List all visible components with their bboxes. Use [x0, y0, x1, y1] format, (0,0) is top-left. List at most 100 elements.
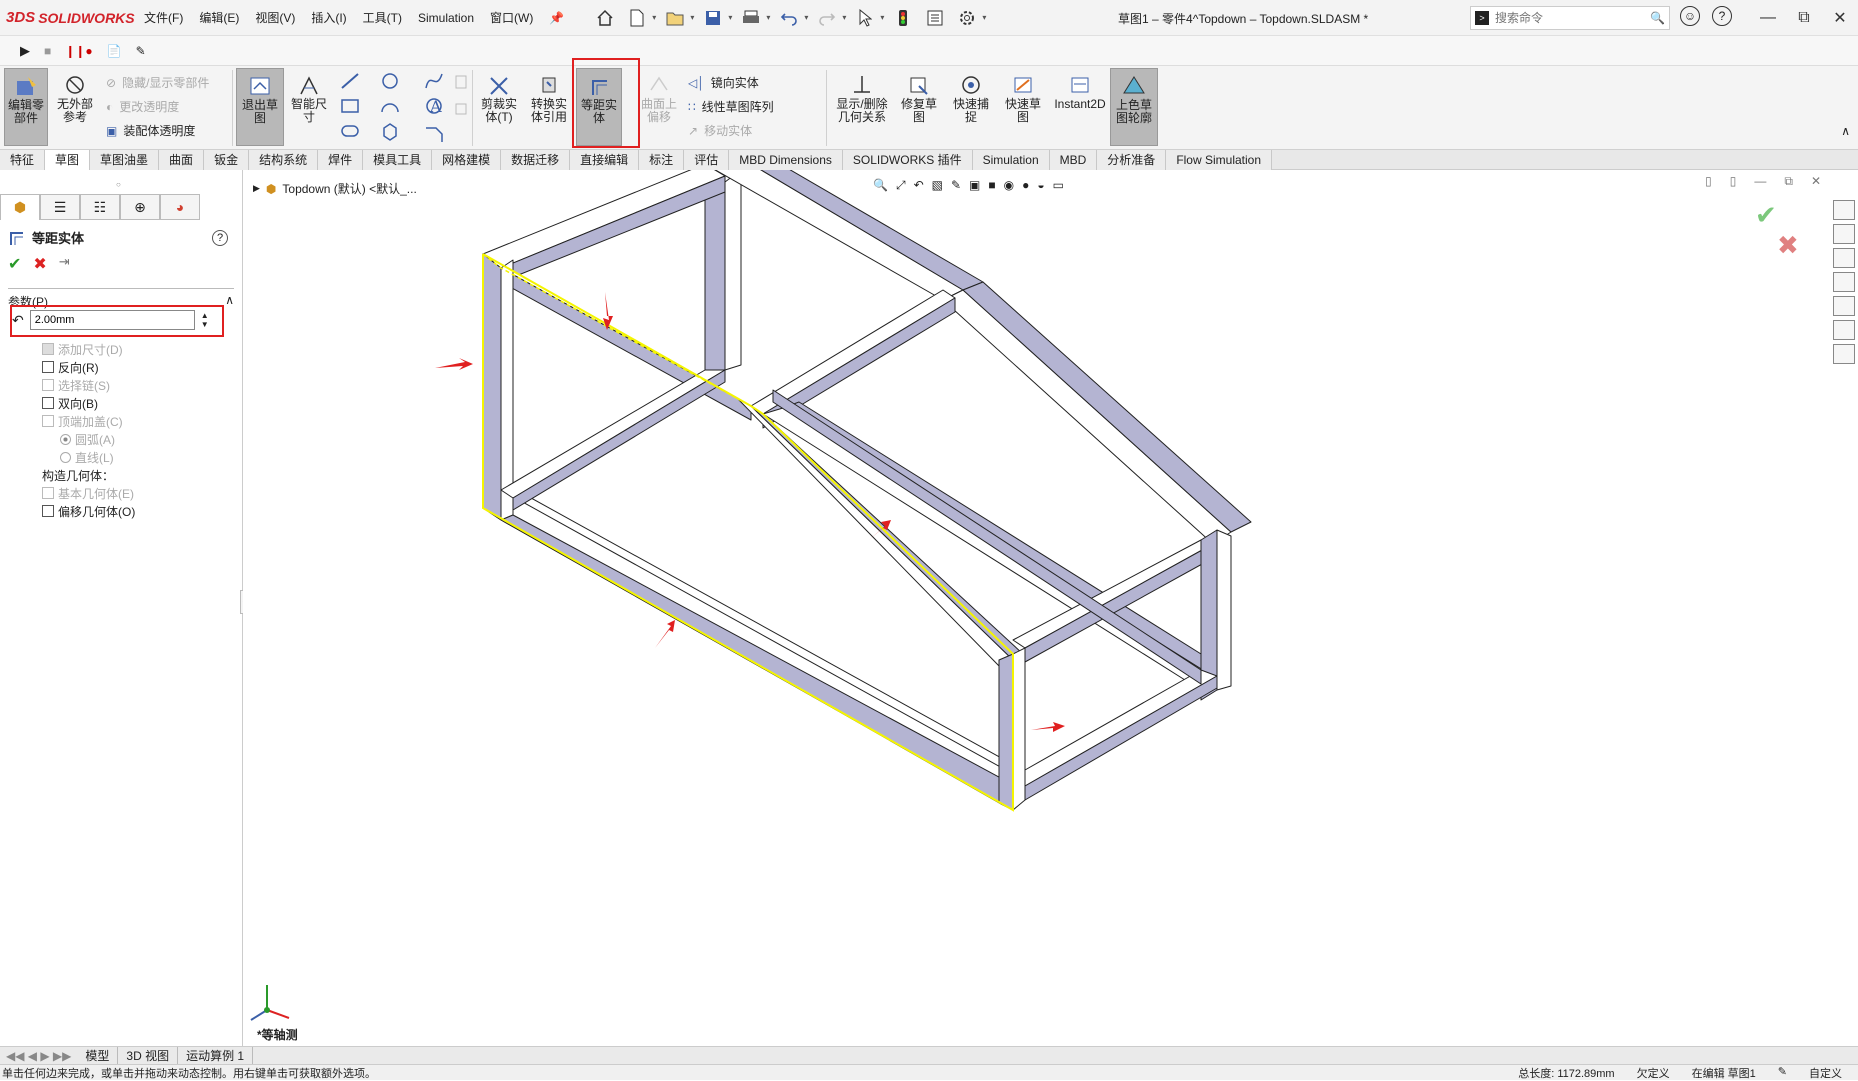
- slot-tool-icon[interactable]: [341, 125, 359, 137]
- open-folder-icon[interactable]: [662, 6, 688, 30]
- user-account-icon[interactable]: ☺: [1680, 6, 1700, 26]
- point-tool-icon[interactable]: [455, 103, 467, 115]
- design-library-icon[interactable]: [1833, 224, 1855, 244]
- restore-button[interactable]: ⧉: [1786, 9, 1822, 27]
- tab-structure-system[interactable]: 结构系统: [249, 150, 319, 170]
- tab-surfaces[interactable]: 曲面: [159, 150, 205, 170]
- tab-sheet-metal[interactable]: 钣金: [204, 150, 250, 170]
- trim-entities-button[interactable]: 剪裁实 体(T): [476, 68, 522, 146]
- offset-on-surface-button[interactable]: 曲面上 偏移: [638, 68, 680, 146]
- tab-data-migration[interactable]: 数据迁移: [501, 150, 571, 170]
- home-icon[interactable]: [592, 6, 618, 30]
- help-icon[interactable]: ?: [1712, 6, 1732, 26]
- tab-analysis-prep[interactable]: 分析准备: [1097, 150, 1167, 170]
- menu-view[interactable]: 视图(V): [247, 9, 303, 26]
- graphics-area[interactable]: ▶ ⬢ Topdown (默认) <默认_... 🔍 ⤢ ↶ ▧ ✎ ▣ ■ ◉…: [243, 170, 1833, 1046]
- tab-3d-views[interactable]: 3D 视图: [118, 1047, 179, 1064]
- ok-checkmark-button[interactable]: ✔: [8, 254, 21, 274]
- menu-window[interactable]: 窗口(W): [482, 9, 541, 26]
- feature-manager-tab-icon[interactable]: ⬢: [0, 194, 40, 220]
- offset-geometry-checkbox[interactable]: 偏移几何体(O): [42, 502, 135, 520]
- shaded-sketch-contours-button[interactable]: 上色草 图轮廓: [1110, 68, 1158, 146]
- chamfer-tool-icon[interactable]: [426, 127, 443, 142]
- cancel-x-button[interactable]: ✖: [33, 254, 46, 274]
- tab-model[interactable]: 模型: [77, 1047, 119, 1064]
- view-palette-icon[interactable]: [1833, 272, 1855, 292]
- unit-system[interactable]: 自定义: [1809, 1065, 1842, 1081]
- new-document-icon[interactable]: [624, 6, 650, 30]
- cap-line-radio[interactable]: 直线(L): [42, 448, 135, 466]
- exit-sketch-button[interactable]: 退出草 图: [236, 68, 284, 146]
- move-entities[interactable]: ↗ 移动实体: [688, 122, 752, 139]
- tab-sketch[interactable]: 草图: [45, 150, 91, 170]
- tab-scroll-arrows-icon[interactable]: ◀◀ ◀ ▶ ▶▶: [0, 1049, 77, 1063]
- cap-arc-radio[interactable]: 圆弧(A): [42, 430, 135, 448]
- minimize-button[interactable]: —: [1750, 9, 1786, 27]
- tab-motion-study[interactable]: 运动算例 1: [178, 1047, 254, 1064]
- line-tool-icon[interactable]: [341, 73, 359, 89]
- convert-entities-button[interactable]: 转换实 体引用: [526, 68, 572, 146]
- panel-grip-icon[interactable]: ○: [116, 180, 121, 189]
- repair-sketch-button[interactable]: 修复草 图: [896, 68, 942, 146]
- redo-icon[interactable]: [814, 6, 840, 30]
- circle-tool-icon[interactable]: [382, 73, 398, 89]
- tab-weldments[interactable]: 焊件: [318, 150, 364, 170]
- rapid-sketch-button[interactable]: 快速草 图: [1000, 68, 1046, 146]
- tab-evaluate[interactable]: 评估: [684, 150, 730, 170]
- linear-sketch-pattern[interactable]: ∷ 线性草图阵列: [688, 98, 774, 115]
- mirror-entities[interactable]: ◁│ 镜向实体: [688, 74, 759, 91]
- undo-icon[interactable]: [776, 6, 802, 30]
- search-input[interactable]: [1495, 11, 1615, 25]
- change-transparency[interactable]: ◐ 更改透明度: [106, 98, 179, 115]
- rebuild-traffic-light-icon[interactable]: [890, 6, 916, 30]
- edit-macro-icon[interactable]: ✎: [136, 44, 146, 58]
- search-commands[interactable]: > 🔍: [1470, 6, 1670, 30]
- text-tool-icon[interactable]: A: [429, 97, 442, 116]
- display-delete-relations-button[interactable]: 显示/删除 几何关系: [832, 68, 892, 146]
- tab-sketch-ink[interactable]: 草图油墨: [90, 150, 160, 170]
- tab-direct-editing[interactable]: 直接编辑: [570, 150, 640, 170]
- tab-mbd[interactable]: MBD: [1049, 150, 1098, 170]
- solidworks-logo[interactable]: 3DS SOLIDWORKS: [6, 9, 136, 26]
- smart-dimension-button[interactable]: 智能尺 寸: [288, 68, 330, 146]
- tab-features[interactable]: 特征: [0, 150, 46, 170]
- select-cursor-icon[interactable]: [852, 6, 878, 30]
- plane-tool-icon[interactable]: [455, 75, 467, 89]
- print-icon[interactable]: [738, 6, 764, 30]
- file-explorer-icon[interactable]: [1833, 248, 1855, 268]
- bidirectional-checkbox[interactable]: 双向(B): [42, 394, 135, 412]
- tab-mold-tools[interactable]: 模具工具: [363, 150, 433, 170]
- solidworks-resources-icon[interactable]: [1833, 200, 1855, 220]
- dimxpert-manager-tab-icon[interactable]: ⊕: [120, 194, 160, 220]
- collapse-chevron-icon[interactable]: ∧: [225, 293, 234, 310]
- display-manager-tab-icon[interactable]: ◕: [160, 194, 200, 220]
- no-external-refs-button[interactable]: 无外部 参考: [52, 68, 98, 146]
- custom-properties-icon[interactable]: [1833, 320, 1855, 340]
- menu-tools[interactable]: 工具(T): [355, 9, 410, 26]
- record-macro-icon[interactable]: ❙❙●: [65, 44, 92, 58]
- spline-tool-icon[interactable]: [425, 73, 443, 89]
- quick-snaps-button[interactable]: 快速捕 捉: [948, 68, 994, 146]
- pin-icon[interactable]: ⇥: [59, 254, 70, 274]
- tab-simulation[interactable]: Simulation: [972, 150, 1050, 170]
- menu-file[interactable]: 文件(F): [136, 9, 191, 26]
- search-icon[interactable]: 🔍: [1650, 11, 1665, 25]
- instant2d-button[interactable]: Instant2D: [1052, 68, 1108, 146]
- tab-solidworks-addins[interactable]: SOLIDWORKS 插件: [842, 150, 973, 170]
- property-manager-tab-icon[interactable]: ☰: [40, 194, 80, 220]
- tab-flow-simulation[interactable]: Flow Simulation: [1166, 150, 1273, 170]
- options-gear-icon[interactable]: [954, 6, 980, 30]
- tab-markup[interactable]: 标注: [639, 150, 685, 170]
- base-geometry-checkbox[interactable]: 基本几何体(E): [42, 484, 135, 502]
- collapse-ribbon-icon[interactable]: ∧: [1841, 124, 1850, 138]
- menu-simulation[interactable]: Simulation: [410, 11, 482, 25]
- new-macro-icon[interactable]: 📄: [107, 44, 122, 58]
- pin-menu-icon[interactable]: 📌: [541, 11, 572, 25]
- tab-mbd-dimensions[interactable]: MBD Dimensions: [729, 150, 843, 170]
- close-button[interactable]: ✕: [1822, 8, 1858, 28]
- add-dimensions-checkbox[interactable]: 添加尺寸(D): [42, 340, 135, 358]
- reverse-checkbox[interactable]: 反向(R): [42, 358, 135, 376]
- rectangle-tool-icon[interactable]: [341, 99, 359, 113]
- configuration-manager-tab-icon[interactable]: ☷: [80, 194, 120, 220]
- pm-help-icon[interactable]: ?: [212, 230, 228, 246]
